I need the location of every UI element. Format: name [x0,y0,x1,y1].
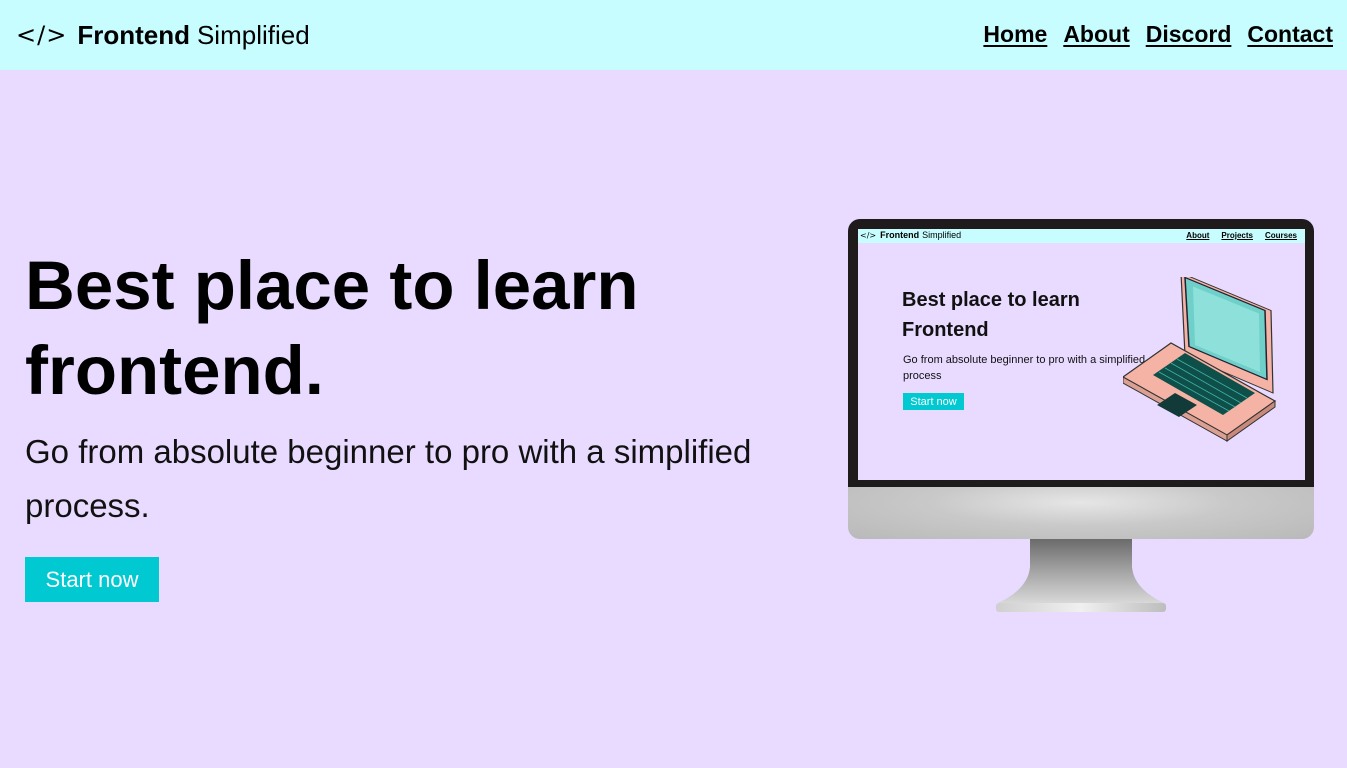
mini-logo-bold: Frontend [880,230,920,240]
mini-navbar: </> Frontend Simplified About Projects C… [858,229,1305,243]
hero-subtitle: Go from absolute beginner to pro with a … [25,433,752,524]
mini-logo-light: Simplified [922,230,962,240]
nav-link-home[interactable]: Home [983,21,1047,48]
site-logo[interactable]: </> Frontend Simplified [16,17,310,53]
monitor-stand [996,539,1166,612]
monitor-screen: </> Frontend Simplified About Projects C… [858,229,1305,480]
hero-title: Best place to learn frontend. [25,247,639,409]
logo-text-bold: Frontend [77,19,190,50]
mini-subtitle: Go from absolute beginner to pro with a … [903,354,1146,382]
mini-start-button: Start now [903,393,964,410]
laptop-icon [1123,277,1277,442]
logo-text-light: Simplified [196,19,310,50]
desktop-monitor-icon: </> Frontend Simplified About Projects C… [848,219,1314,614]
nav-link-discord[interactable]: Discord [1146,21,1232,48]
nav-link-contact[interactable]: Contact [1247,21,1333,48]
mini-title: Best place to learn Frontend [902,289,1080,341]
start-now-button[interactable]: Start now [25,557,159,602]
mini-link-projects: Projects [1221,231,1253,240]
mini-logo: </> Frontend Simplified [860,230,961,240]
monitor-chin [848,487,1314,539]
nav-link-about[interactable]: About [1063,21,1129,48]
monitor-bezel: </> Frontend Simplified About Projects C… [848,219,1314,487]
mini-nav-links: About Projects Courses [1186,231,1297,240]
nav-links: Home About Discord Contact [983,21,1333,48]
code-brackets-icon: </> [16,21,68,49]
top-navbar: </> Frontend Simplified Home About Disco… [0,0,1347,70]
mini-code-brackets-icon: </> [860,230,877,240]
mini-link-about: About [1186,231,1210,240]
mini-link-courses: Courses [1264,231,1297,240]
